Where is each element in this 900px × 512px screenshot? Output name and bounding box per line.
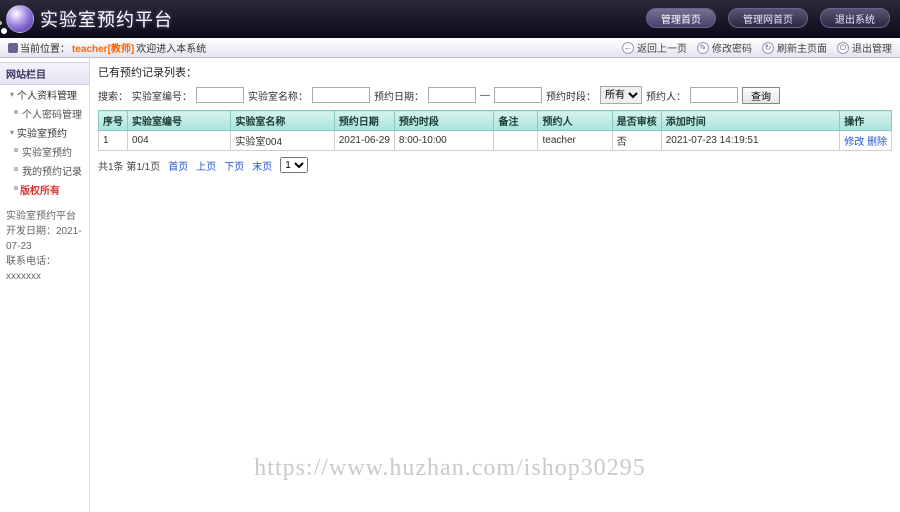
crumb-suffix: 欢迎进入本系统 [136,40,206,55]
crumb-prefix: 当前位置： [20,40,70,55]
records-table: 序号 实验室编号 实验室名称 预约日期 预约时段 备注 预约人 是否审核 添加时… [98,110,892,151]
footer-platform: 实验室预约平台 [6,209,83,224]
crumb-user: teacher [72,44,108,55]
date-from-input[interactable] [428,87,476,103]
table-row: 1 004 实验室004 2021-06-29 8:00-10:00 teach… [99,131,892,151]
sidebar-group-profile[interactable]: 个人资料管理 [0,85,89,104]
front-site-button[interactable]: 管理网首页 [728,8,808,28]
crumb-role: [教师] [108,44,135,55]
refresh-icon: ↻ [762,42,774,54]
cell-audit: 否 [612,131,661,151]
th-code: 实验室编号 [128,111,231,131]
admin-home-button[interactable]: 管理首页 [646,8,716,28]
main-content: 已有预约记录列表： 搜索： 实验室编号： 实验室名称： 预约日期： — 预约时段… [90,58,900,512]
pager-first[interactable]: 首页 [168,158,188,173]
date-dash: — [480,90,490,101]
search-bar: 搜索： 实验室编号： 实验室名称： 预约日期： — 预约时段： 所有 预约人： … [98,86,892,104]
th-audit: 是否审核 [612,111,661,131]
key-icon: ✎ [697,42,709,54]
logo: 实验室预约平台 [6,5,173,33]
th-added: 添加时间 [661,111,840,131]
date-label: 预约日期： [374,88,424,103]
header: 实验室预约平台 管理首页 管理网首页 退出系统 [0,0,900,38]
cell-slot: 8:00-10:00 [394,131,494,151]
lab-name-input[interactable] [312,87,370,103]
sidebar-item-password[interactable]: 个人密码管理 [0,104,89,123]
cell-note [494,131,538,151]
person-input[interactable] [690,87,738,103]
sidebar-item-booking[interactable]: 实验室预约 [0,142,89,161]
th-op: 操作 [840,111,892,131]
th-name: 实验室名称 [231,111,334,131]
sidebar-item-refresh[interactable]: 版权所有 [0,180,89,199]
lab-code-input[interactable] [196,87,244,103]
back-icon: ← [622,42,634,54]
cell-code: 004 [128,131,231,151]
right-tools: ←返回上一页 ✎修改密码 ↻刷新主页面 ⏻退出管理 [622,40,892,55]
app-title: 实验室预约平台 [40,6,173,32]
pager-last[interactable]: 末页 [252,158,272,173]
th-date: 预约日期 [334,111,394,131]
th-idx: 序号 [99,111,128,131]
logout-button[interactable]: 退出系统 [820,8,890,28]
cell-name: 实验室004 [231,131,334,151]
footer-tel-label: 联系电话： [6,256,56,267]
sidebar-title: 网站栏目 [0,62,89,85]
th-slot: 预约时段 [394,111,494,131]
search-button[interactable]: 查询 [742,87,780,104]
exit-admin-button[interactable]: ⏻退出管理 [837,40,892,55]
pager-prev[interactable]: 上页 [196,158,216,173]
sidebar-footer: 实验室预约平台 开发日期：2021-07-23 联系电话：xxxxxxx [0,205,89,288]
sidebar: 网站栏目 个人资料管理 个人密码管理 实验室预约 实验室预约 我的预约记录 版权… [0,58,90,512]
slot-select[interactable]: 所有 [600,86,642,104]
footer-dev-label: 开发日期： [6,226,56,237]
pager-next[interactable]: 下页 [224,158,244,173]
cell-date: 2021-06-29 [334,131,394,151]
sidebar-item-my-records[interactable]: 我的预约记录 [0,161,89,180]
search-label: 搜索： [98,88,128,103]
back-button[interactable]: ←返回上一页 [622,40,687,55]
pager: 共1条 第1/1页 首页 上页 下页 末页 1 [98,157,892,173]
th-person: 预约人 [538,111,612,131]
logo-icon [6,5,34,33]
cell-ops: 修改 删除 [840,131,892,151]
refresh-button[interactable]: ↻刷新主页面 [762,40,827,55]
edit-link[interactable]: 修改 [844,137,864,148]
lab-name-label: 实验室名称： [248,88,308,103]
change-password-button[interactable]: ✎修改密码 [697,40,752,55]
cell-idx: 1 [99,131,128,151]
slot-label: 预约时段： [546,88,596,103]
th-note: 备注 [494,111,538,131]
breadcrumb: 当前位置： teacher[教师] 欢迎进入本系统 [8,40,206,55]
exit-icon: ⏻ [837,42,849,54]
date-to-input[interactable] [494,87,542,103]
person-label: 预约人： [646,88,686,103]
delete-link[interactable]: 删除 [867,137,887,148]
header-buttons: 管理首页 管理网首页 退出系统 [646,8,890,28]
pager-select[interactable]: 1 [280,157,308,173]
cell-person: teacher [538,131,612,151]
pager-total: 共1条 第1/1页 [98,158,160,173]
panel-title: 已有预约记录列表： [98,64,892,80]
footer-tel-value: xxxxxxx [6,271,41,282]
lab-code-label: 实验室编号： [132,88,192,103]
crumb-icon [8,43,18,53]
toolbar: 当前位置： teacher[教师] 欢迎进入本系统 ←返回上一页 ✎修改密码 ↻… [0,38,900,58]
cell-added: 2021-07-23 14:19:51 [661,131,840,151]
sidebar-group-booking[interactable]: 实验室预约 [0,123,89,142]
